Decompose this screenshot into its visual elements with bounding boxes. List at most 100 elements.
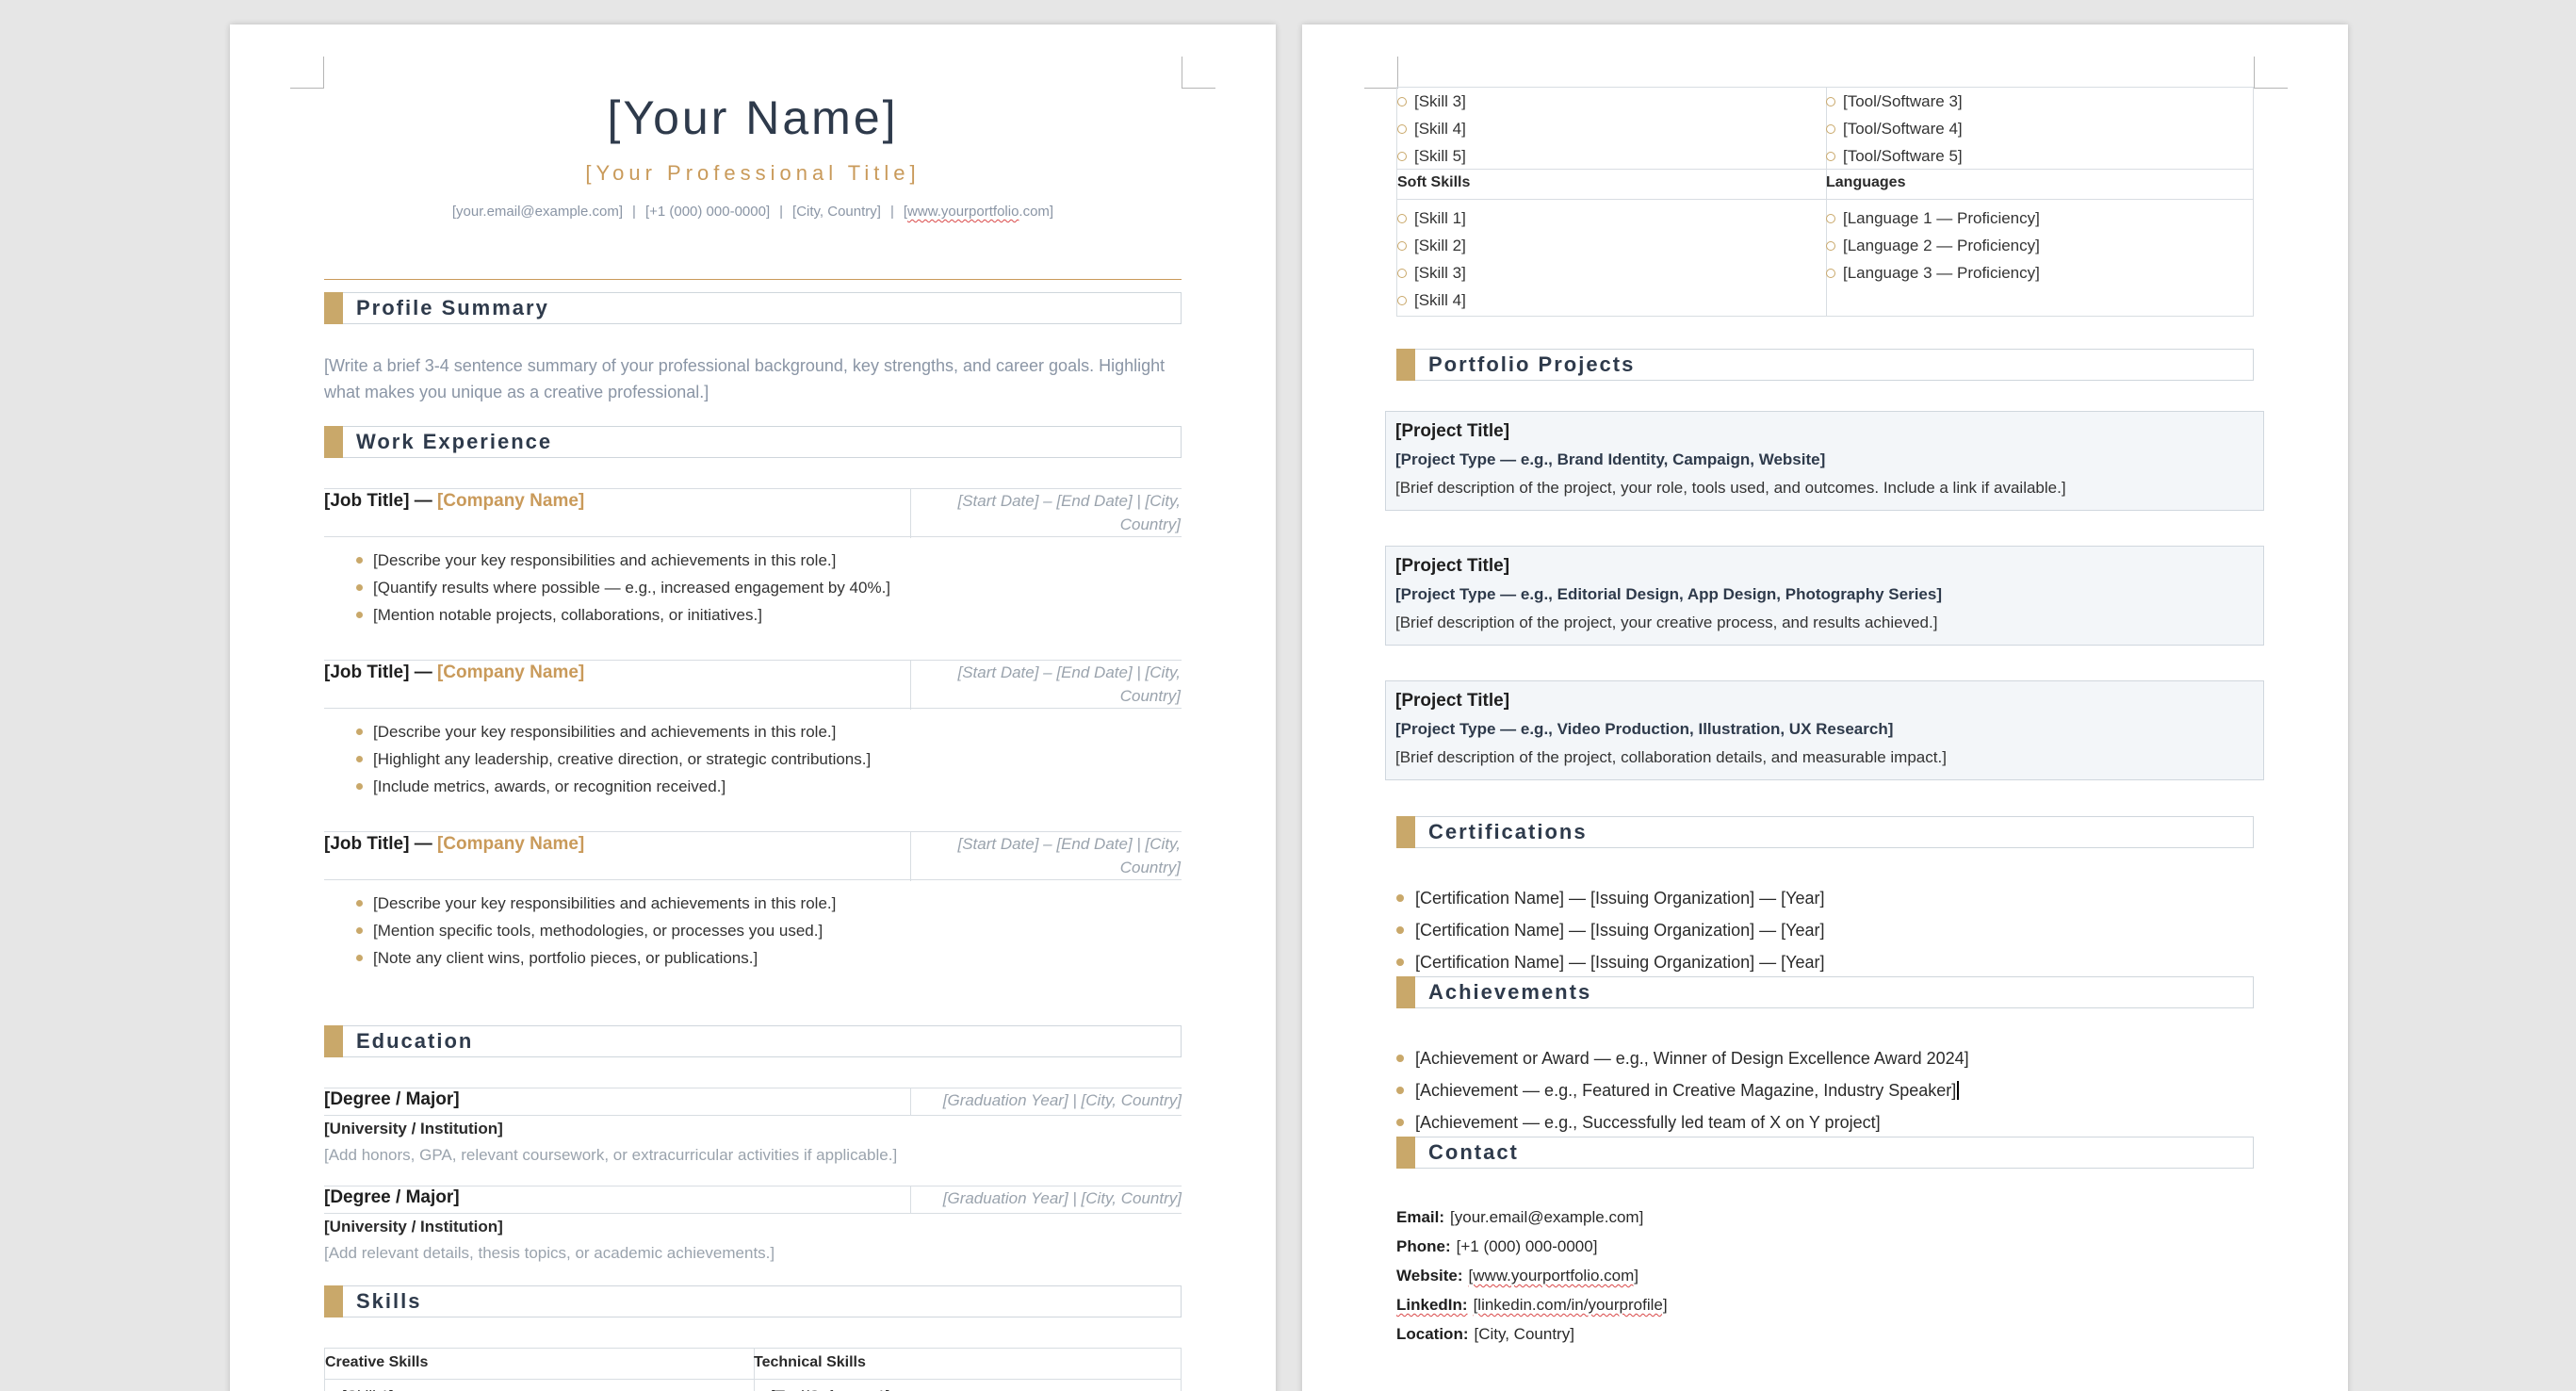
section-accent-bar <box>1396 976 1415 1008</box>
section-heading-portfolio[interactable]: Portfolio Projects <box>1396 349 2254 381</box>
project-description: [Brief description of the project, your … <box>1395 614 1938 631</box>
project-title: [Project Title] <box>1395 556 1510 576</box>
job-title: [Job Title] — <box>324 834 437 854</box>
degree: [Degree / Major] <box>324 1089 460 1109</box>
job-header-row[interactable]: [Job Title] — [Company Name] [Start Date… <box>324 660 1182 710</box>
list-item: [Describe your key responsibilities and … <box>356 890 836 917</box>
crop-mark <box>1364 57 1398 89</box>
job-bullets[interactable]: [Describe your key responsibilities and … <box>356 718 871 800</box>
job-dates: [Start Date] – [End Date] | [City, Countr… <box>910 661 1182 710</box>
header-website[interactable]: [www.yourportfolio.com] <box>904 204 1053 220</box>
section-accent-bar <box>324 1285 343 1317</box>
job-header-row[interactable]: [Job Title] — [Company Name] [Start Date… <box>324 831 1182 881</box>
soft-skills-list[interactable]: [Skill 1] [Skill 2] [Skill 3] [Skill 4] <box>1397 205 1466 314</box>
section-heading-achievements[interactable]: Achievements <box>1396 976 2254 1008</box>
graduation-meta: [Graduation Year] | [City, Country] <box>910 1186 1182 1213</box>
list-item: [Mention notable projects, collaboration… <box>356 601 890 629</box>
section-heading-contact[interactable]: Contact <box>1396 1137 2254 1169</box>
profile-summary-text[interactable]: [Write a brief 3-4 sentence summary of y… <box>324 352 1182 405</box>
header-contact-line[interactable]: [your.email@example.com] | [+1 (000) 000-0… <box>230 204 1276 220</box>
project-card[interactable]: [Project Title] [Project Type — e.g., Br… <box>1385 411 2264 511</box>
list-item: [Skill 3] <box>1397 259 1466 286</box>
list-item: [Tool/Software 4] <box>1826 115 1963 142</box>
degree: [Degree / Major] <box>324 1187 460 1207</box>
graduation-meta: [Graduation Year] | [City, Country] <box>910 1088 1182 1115</box>
resume-name[interactable]: [Your Name] <box>230 90 1276 145</box>
section-accent-bar <box>1396 816 1415 848</box>
header-phone[interactable]: [+1 (000) 000-0000] <box>645 204 770 220</box>
languages-list[interactable]: [Language 1 — Proficiency] [Language 2 —… <box>1826 205 2040 286</box>
project-card[interactable]: [Project Title] [Project Type — e.g., Ed… <box>1385 546 2264 646</box>
list-item: [Achievement or Award — e.g., Winner of … <box>1396 1042 1969 1074</box>
list-item: [Certification Name] — [Issuing Organiza… <box>1396 946 1825 978</box>
skills-table-continued[interactable]: [Skill 3] [Skill 4] [Skill 5] [Tool/Soft… <box>1396 87 2254 317</box>
project-description: [Brief description of the project, your … <box>1395 479 2066 497</box>
skills-column-header: Creative Skills <box>325 1354 429 1370</box>
project-card[interactable]: [Project Title] [Project Type — e.g., Vi… <box>1385 680 2264 780</box>
creative-skills-list[interactable]: [Skill 3] [Skill 4] [Skill 5] <box>1397 88 1466 170</box>
education-note[interactable]: [Add relevant details, thesis topics, or… <box>324 1244 774 1263</box>
contact-location: Location: [City, Country] <box>1396 1325 1574 1343</box>
list-item: [Achievement — e.g., Successfully led te… <box>1396 1106 1969 1138</box>
list-item: [Skill 1] <box>1397 205 1466 232</box>
project-description: [Brief description of the project, colla… <box>1395 748 1947 766</box>
certifications-list[interactable]: [Certification Name] — [Issuing Organiza… <box>1396 882 1825 978</box>
creative-skills-list[interactable]: [Skill 1] <box>325 1383 394 1391</box>
education-note[interactable]: [Add honors, GPA, relevant coursework, o… <box>324 1146 897 1165</box>
list-item: [Tool/Software 1] <box>754 1383 890 1391</box>
section-accent-bar <box>324 292 343 324</box>
institution[interactable]: [University / Institution] <box>324 1218 503 1236</box>
professional-title[interactable]: [Your Professional Title] <box>230 161 1276 186</box>
job-header-row[interactable]: [Job Title] — [Company Name] [Start Date… <box>324 488 1182 538</box>
section-heading-certifications[interactable]: Certifications <box>1396 816 2254 848</box>
job-dates: [Start Date] – [End Date] | [City, Countr… <box>910 489 1182 538</box>
job-title: [Job Title] — <box>324 663 437 682</box>
header-location[interactable]: [City, Country] <box>792 204 881 220</box>
text-cursor <box>1957 1081 1960 1100</box>
contact-linkedin: LinkedIn: [linkedin.com/in/yourprofile] <box>1396 1296 1668 1314</box>
contact-phone: Phone: [+1 (000) 000-0000] <box>1396 1237 1598 1255</box>
institution[interactable]: [University / Institution] <box>324 1120 503 1138</box>
company-name: [Company Name] <box>436 834 585 854</box>
list-item: [Skill 3] <box>1397 88 1466 115</box>
list-item: [Describe your key responsibilities and … <box>356 547 890 574</box>
company-name: [Company Name] <box>436 491 585 511</box>
skills-column-header: Languages <box>1826 174 1906 190</box>
section-heading-education[interactable]: Education <box>324 1025 1182 1057</box>
contact-website: Website: [www.yourportfolio.com] <box>1396 1267 1639 1285</box>
list-item: [Language 1 — Proficiency] <box>1826 205 2040 232</box>
technical-skills-list[interactable]: [Tool/Software 1] <box>754 1383 890 1391</box>
project-title: [Project Title] <box>1395 691 1510 711</box>
section-heading-skills[interactable]: Skills <box>324 1285 1182 1317</box>
contact-info[interactable]: Email: [your.email@example.com] Phone: [+1… <box>1396 1203 1668 1349</box>
education-header-row[interactable]: [Degree / Major] [Graduation Year] | [Ci… <box>324 1088 1182 1116</box>
technical-skills-list[interactable]: [Tool/Software 3] [Tool/Software 4] [Too… <box>1826 88 1963 170</box>
section-accent-bar <box>324 426 343 458</box>
list-item: [Skill 2] <box>1397 232 1466 259</box>
section-accent-bar <box>1396 349 1415 381</box>
project-title: [Project Title] <box>1395 421 1510 441</box>
job-dates: [Start Date] – [End Date] | [City, Countr… <box>910 832 1182 881</box>
list-item: [Skill 4] <box>1397 286 1466 314</box>
skills-table[interactable]: Creative Skills Technical Skills [Skill … <box>324 1348 1182 1391</box>
list-item: [Tool/Software 5] <box>1826 142 1963 170</box>
job-bullets[interactable]: [Describe your key responsibilities and … <box>356 890 836 972</box>
list-item: [Achievement — e.g., Featured in Creativ… <box>1396 1074 1969 1106</box>
list-item: [Certification Name] — [Issuing Organiza… <box>1396 882 1825 914</box>
crop-mark <box>2254 57 2288 89</box>
document-page-1: [Your Name] [Your Professional Title] [y… <box>230 25 1276 1391</box>
project-type: [Project Type — e.g., Video Production, … <box>1395 720 1894 738</box>
crop-mark <box>1182 57 1215 89</box>
job-bullets[interactable]: [Describe your key responsibilities and … <box>356 547 890 629</box>
document-page-2: [Skill 3] [Skill 4] [Skill 5] [Tool/Soft… <box>1302 25 2348 1391</box>
contact-email: Email: [your.email@example.com] <box>1396 1208 1644 1226</box>
achievements-list[interactable]: [Achievement or Award — e.g., Winner of … <box>1396 1042 1969 1138</box>
list-item: [Highlight any leadership, creative dire… <box>356 745 871 773</box>
section-accent-bar <box>1396 1137 1415 1169</box>
header-email[interactable]: [your.email@example.com] <box>452 204 623 220</box>
education-header-row[interactable]: [Degree / Major] [Graduation Year] | [Ci… <box>324 1186 1182 1214</box>
list-item: [Skill 5] <box>1397 142 1466 170</box>
list-item: [Mention specific tools, methodologies, … <box>356 917 836 944</box>
section-heading-work[interactable]: Work Experience <box>324 426 1182 458</box>
section-heading-profile[interactable]: Profile Summary <box>324 292 1182 324</box>
